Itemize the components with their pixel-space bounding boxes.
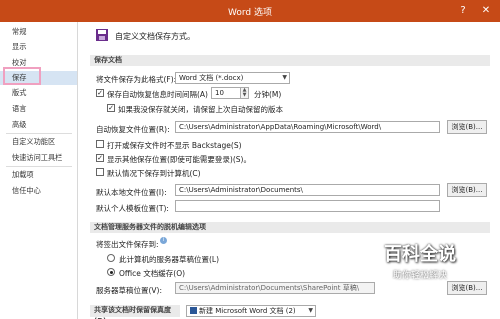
minutes-spinner[interactable]: ▲ ▼ xyxy=(241,87,249,99)
keep-last-label: 如果我没保存就关闭，请保留上次自动保留的版本 xyxy=(118,105,283,114)
autorecover-minutes-input[interactable]: 10 xyxy=(211,87,241,99)
sidebar-item-advanced[interactable]: 高级 xyxy=(0,118,77,132)
sidebar-item-customize-ribbon[interactable]: 自定义功能区 xyxy=(0,135,77,149)
save-checked-label: 将签出文件保存到: xyxy=(96,240,159,249)
sidebar-divider xyxy=(6,166,72,167)
drafts-location-input[interactable]: C:\Users\Administrator\Documents\SharePo… xyxy=(175,282,375,294)
autorecover-path-label: 自动恢复文件位置(R): xyxy=(96,125,170,134)
sidebar-item-trust-center[interactable]: 信任中心 xyxy=(0,184,77,198)
radio-office-cache-label: Office 文档缓存(O) xyxy=(119,269,186,278)
sidebar-item-language[interactable]: 语言 xyxy=(0,102,77,116)
sidebar-item-addins[interactable]: 加载项 xyxy=(0,168,77,182)
info-icon: i xyxy=(160,237,167,244)
default-local-path-input[interactable]: C:\Users\Administrator\Documents\ xyxy=(175,184,440,196)
no-backstage-label: 打开或保存文件时不显示 Backstage(S) xyxy=(107,141,242,150)
minutes-label: 分钟(M) xyxy=(254,90,282,99)
personal-template-label: 默认个人模板位置(T): xyxy=(96,204,169,213)
word-doc-icon xyxy=(190,307,197,314)
autorecover-label: 保存自动恢复信息时间间隔(A) xyxy=(107,90,208,99)
autorecover-path-input[interactable]: C:\Users\Administrator\AppData\Roaming\M… xyxy=(175,121,440,133)
sidebar-item-general[interactable]: 常规 xyxy=(0,25,77,39)
sidebar-divider xyxy=(6,133,72,134)
default-computer-label: 默认情况下保存到计算机(C) xyxy=(107,169,201,178)
radio-server-drafts[interactable] xyxy=(107,254,115,262)
watermark-subtitle: 助你轻松解决 xyxy=(392,271,447,281)
radio-server-drafts-label: 此计算机的服务器草稿位置(L) xyxy=(119,255,220,264)
no-backstage-checkbox[interactable] xyxy=(96,140,104,148)
autorecover-checkbox[interactable]: ✓ xyxy=(96,89,104,97)
chevron-down-icon: ▼ xyxy=(282,74,287,81)
personal-template-input[interactable] xyxy=(175,200,440,212)
radio-office-cache[interactable] xyxy=(107,268,115,276)
format-label: 将文件保存为此格式(F): xyxy=(96,75,177,84)
close-button[interactable]: ✕ xyxy=(478,3,494,19)
section-save-documents: 保存文档 xyxy=(90,55,490,66)
watermark: 百科全说 助你轻松解决 xyxy=(360,240,480,300)
section-offline-editing: 文档管理服务器文件的脱机编辑选项 xyxy=(90,222,490,233)
format-dropdown[interactable]: Word 文档 (*.docx) ▼ xyxy=(175,72,290,84)
save-highlight-frame xyxy=(3,67,41,85)
show-other-locations-checkbox[interactable]: ✓ xyxy=(96,154,104,162)
sidebar-item-layout[interactable]: 版式 xyxy=(0,86,77,100)
show-other-locations-label: 显示其他保存位置(即使可能需要登录)(S)。 xyxy=(107,155,251,164)
section-fidelity: 共享该文档时保留保真度(D): xyxy=(90,305,180,319)
browse-autorecover-button[interactable]: 浏览(B)... xyxy=(447,120,487,134)
keep-last-checkbox[interactable]: ✓ xyxy=(107,104,115,112)
watermark-logo: 百科全说 xyxy=(384,244,456,265)
window-title: Word 选项 xyxy=(228,8,272,18)
browse-local-button[interactable]: 浏览(B)... xyxy=(447,183,487,197)
page-header-text: 自定义文档保存方式。 xyxy=(115,32,195,41)
sidebar-item-display[interactable]: 显示 xyxy=(0,40,77,54)
fidelity-document-dropdown[interactable]: 新建 Microsoft Word 文档 (2) ▼ xyxy=(186,305,316,317)
chevron-down-icon: ▼ xyxy=(308,307,313,314)
help-button[interactable]: ? xyxy=(455,3,471,19)
drafts-location-label: 服务器草稿位置(V): xyxy=(96,286,163,295)
title-bar: Word 选项 ? ✕ xyxy=(0,0,500,22)
save-doc-icon xyxy=(95,28,109,42)
default-local-label: 默认本地文件位置(I): xyxy=(96,188,167,197)
sidebar-item-quick-access[interactable]: 快速访问工具栏 xyxy=(0,151,77,165)
default-computer-checkbox[interactable] xyxy=(96,168,104,176)
